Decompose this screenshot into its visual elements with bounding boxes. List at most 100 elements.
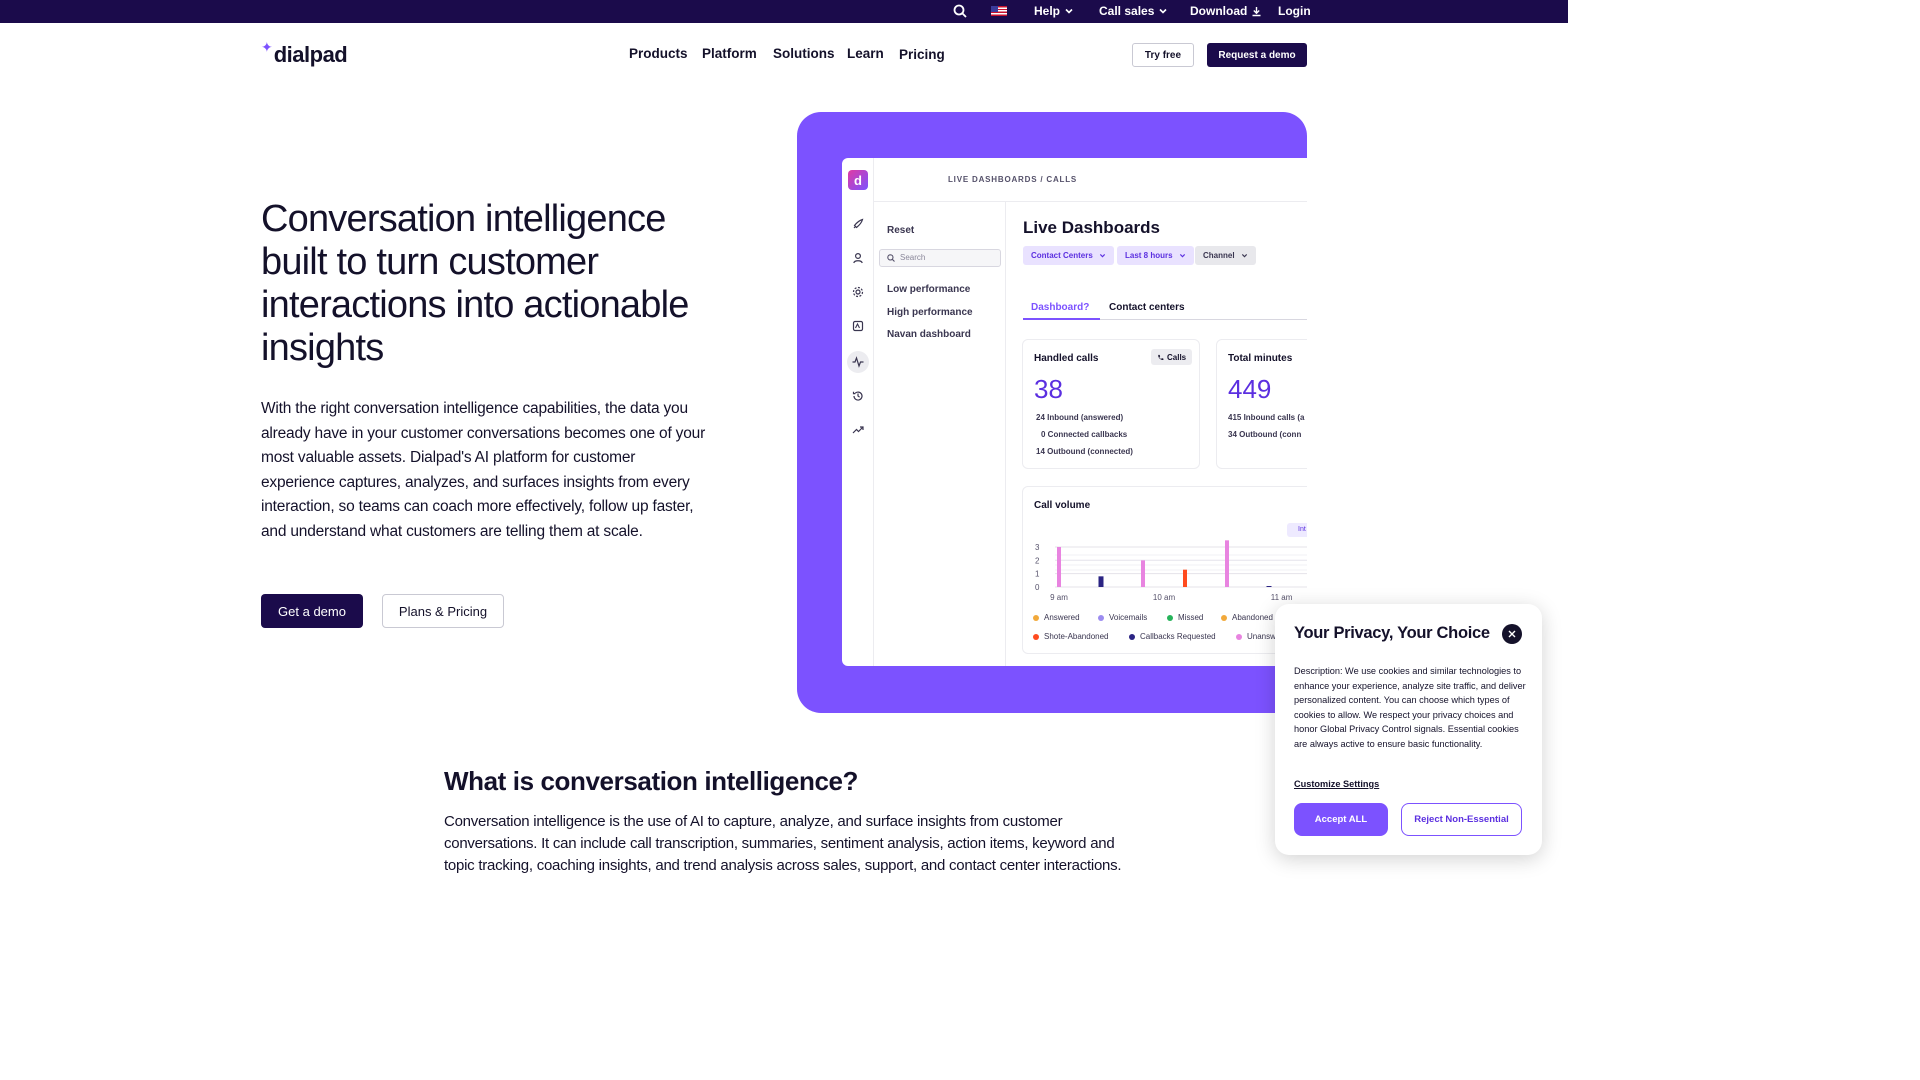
chart-bar <box>1183 569 1187 587</box>
user-icon <box>850 250 866 266</box>
breadcrumb: LIVE DASHBOARDS / CALLS <box>948 175 1078 184</box>
call-sales-menu[interactable]: Call sales <box>1099 4 1168 18</box>
calls-chip[interactable]: Calls <box>1151 349 1193 365</box>
legend-dot <box>1098 614 1104 621</box>
download-link[interactable]: Download <box>1190 4 1262 18</box>
breadcrumb-bar: LIVE DASHBOARDS / CALLS <box>874 158 1307 202</box>
legend-label: Answered <box>1044 613 1080 622</box>
panel-search-input[interactable]: Search <box>879 249 1001 267</box>
download-label: Download <box>1190 4 1248 18</box>
legend-shote-abandoned: Shote-Abandoned <box>1033 632 1109 641</box>
x-tick-label: 11 am <box>1271 593 1293 602</box>
filter-contact-centers[interactable]: Contact Centers <box>1023 246 1114 265</box>
minutes-line-inbound: 415 Inbound calls (a <box>1228 413 1305 422</box>
reject-non-essential-button[interactable]: Reject Non-Essential <box>1401 803 1522 836</box>
dashboard-list-panel: Reset Search Low performance High perfor… <box>874 202 1006 666</box>
nav-platform[interactable]: Platform <box>702 46 757 61</box>
search-icon[interactable] <box>953 4 967 18</box>
chart-bar <box>1266 586 1272 587</box>
privacy-description: Description: We use cookies and similar … <box>1294 666 1526 749</box>
app-logo: d <box>848 170 868 190</box>
hero-body: With the right conversation intelligence… <box>261 400 706 540</box>
section-heading: What is conversation intelligence? <box>444 766 859 796</box>
calls-chip-label: Calls <box>1167 352 1187 362</box>
customize-settings-link[interactable]: Customize Settings <box>1294 779 1379 789</box>
accept-all-button[interactable]: Accept ALL <box>1294 803 1388 836</box>
total-minutes-card: Total minutes 449 415 Inbound calls (a 3… <box>1216 339 1307 469</box>
handled-calls-value: 38 <box>1034 374 1063 404</box>
filter-label: Last 8 hours <box>1125 251 1173 260</box>
minutes-line-outbound: 34 Outbound (conn <box>1228 430 1302 439</box>
legend-unanswered: Unansw <box>1236 632 1276 641</box>
handled-line-outbound: 14 Outbound (connected) <box>1036 447 1133 456</box>
get-demo-button[interactable]: Get a demo <box>261 594 363 628</box>
dialpad-logo[interactable]: ✦ dialpad <box>261 39 348 68</box>
nav-products[interactable]: Products <box>629 46 688 61</box>
legend-dot <box>1129 633 1135 640</box>
chart-bar <box>1225 540 1229 587</box>
filter-label: Channel <box>1203 251 1235 260</box>
legend-label: Unansw <box>1247 632 1276 641</box>
search-placeholder: Search <box>900 253 926 262</box>
filter-channel[interactable]: Channel <box>1195 246 1256 265</box>
call-volume-card: Call volume Int 0 1 2 3 9 am 10 am 11 am Answe… <box>1022 486 1307 654</box>
legend-abandoned: Abandoned <box>1221 613 1273 622</box>
legend-dot <box>1221 614 1227 621</box>
legend-dot <box>1033 614 1039 621</box>
help-menu[interactable]: Help <box>1034 4 1074 18</box>
privacy-dialog: Your Privacy, Your Choice Description: W… <box>1275 604 1542 855</box>
plans-pricing-button[interactable]: Plans & Pricing <box>382 594 504 628</box>
search-icon <box>887 254 895 262</box>
chart-bar <box>1098 576 1104 587</box>
tab-dashboard[interactable]: Dashboard? <box>1031 302 1089 313</box>
history-icon <box>850 388 866 404</box>
logo-wordmark: dialpad <box>273 42 348 67</box>
trend-up-icon <box>850 422 866 438</box>
handled-line-inbound: 24 Inbound (answered) <box>1036 413 1124 422</box>
active-tab-underline <box>1023 318 1100 320</box>
pulse-icon <box>850 354 866 370</box>
filter-label: Contact Centers <box>1031 251 1093 260</box>
report-icon <box>850 318 866 334</box>
privacy-title: Your Privacy, Your Choice <box>1294 624 1490 642</box>
chevron-down-icon <box>1065 8 1073 14</box>
handled-calls-card: Handled calls Calls 38 24 Inbound (answe… <box>1022 339 1200 469</box>
dashboard-tabs: Dashboard? Contact centers <box>1023 298 1307 320</box>
login-link[interactable]: Login <box>1278 4 1311 18</box>
close-icon <box>1508 630 1516 638</box>
list-item-high-performance[interactable]: High performance <box>887 307 973 318</box>
legend-label: Shote-Abandoned <box>1044 632 1109 641</box>
x-tick-label: 9 am <box>1050 593 1068 602</box>
chevron-down-icon <box>1241 254 1247 258</box>
list-item-low-performance[interactable]: Low performance <box>887 284 970 295</box>
nav-learn[interactable]: Learn <box>847 46 884 61</box>
us-flag-icon[interactable] <box>991 6 1007 16</box>
card-title: Total minutes <box>1228 353 1293 364</box>
nav-solutions[interactable]: Solutions <box>773 46 835 61</box>
y-tick-label: 1 <box>1035 570 1040 579</box>
nav-pricing[interactable]: Pricing <box>899 47 945 62</box>
list-item-navan-dashboard[interactable]: Navan dashboard <box>887 329 971 340</box>
try-free-button[interactable]: Try free <box>1132 43 1194 67</box>
reset-button[interactable]: Reset <box>887 225 914 236</box>
section-body: Conversation intelligence is the use of … <box>444 813 1122 874</box>
legend-label: Voicemails <box>1109 613 1148 622</box>
legend-callbacks-requested: Callbacks Requested <box>1129 632 1216 641</box>
chevron-down-icon <box>1099 254 1105 258</box>
close-button[interactable] <box>1502 624 1522 644</box>
legend-missed: Missed <box>1167 613 1203 622</box>
y-tick-label: 0 <box>1035 583 1040 592</box>
card-title: Handled calls <box>1034 353 1099 364</box>
hero-title: Conversation intelligence built to turn … <box>261 198 689 369</box>
filter-last-8-hours[interactable]: Last 8 hours <box>1117 246 1194 265</box>
phone-icon <box>1158 354 1164 360</box>
legend-label: Callbacks Requested <box>1140 632 1216 641</box>
chevron-down-icon <box>1179 254 1185 258</box>
call-sales-label: Call sales <box>1099 4 1155 18</box>
tab-contact-centers[interactable]: Contact centers <box>1109 302 1185 313</box>
card-title: Call volume <box>1034 500 1091 511</box>
request-demo-button[interactable]: Request a demo <box>1207 43 1307 67</box>
legend-label: Abandoned <box>1232 613 1273 622</box>
chart-filter-badge[interactable]: Int <box>1287 523 1307 537</box>
legend-voicemails: Voicemails <box>1098 613 1147 622</box>
